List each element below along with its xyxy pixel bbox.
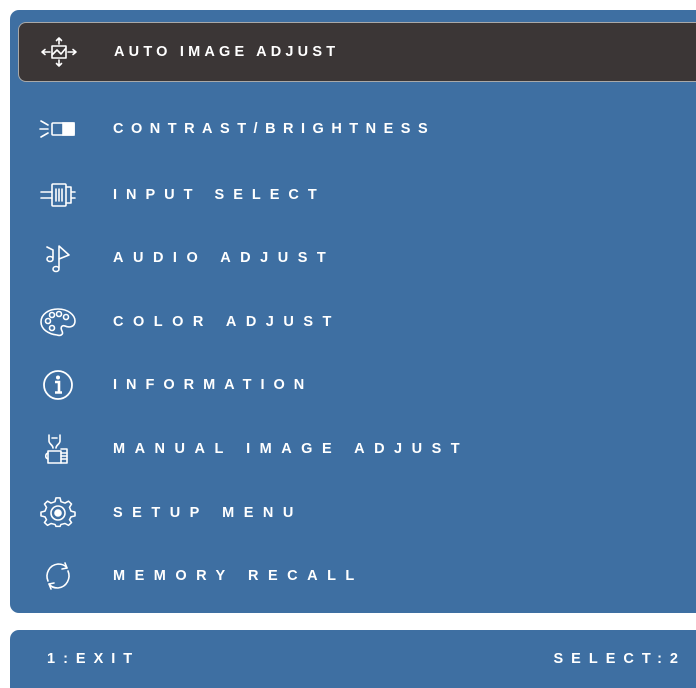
menu-item-auto-image-adjust[interactable]: AUTO IMAGE ADJUST	[18, 22, 696, 82]
menu-item-audio-adjust[interactable]: AUDIO ADJUST	[18, 228, 696, 288]
menu-item-label: COLOR ADJUST	[113, 314, 341, 330]
menu-item-manual-image-adjust[interactable]: MANUAL IMAGE ADJUST	[18, 419, 696, 479]
menu-item-label: CONTRAST/BRIGHTNESS	[113, 121, 436, 137]
exit-hint[interactable]: 1:EXIT	[47, 651, 140, 667]
color-palette-icon	[38, 305, 78, 339]
select-hint[interactable]: SELECT:2	[554, 651, 687, 667]
menu-item-label: MANUAL IMAGE ADJUST	[113, 441, 470, 457]
menu-item-memory-recall[interactable]: MEMORY RECALL	[18, 546, 696, 606]
menu-item-information[interactable]: INFORMATION	[18, 355, 696, 415]
menu-item-contrast-brightness[interactable]: CONTRAST/BRIGHTNESS	[18, 99, 696, 159]
osd-menu-panel: AUTO IMAGE ADJUST CONTRAST/BRIGHTNESS IN…	[10, 10, 696, 613]
menu-item-color-adjust[interactable]: COLOR ADJUST	[18, 292, 696, 352]
menu-item-setup-menu[interactable]: SETUP MENU	[18, 483, 696, 543]
menu-item-label: AUTO IMAGE ADJUST	[114, 44, 340, 60]
menu-item-label: SETUP MENU	[113, 505, 303, 521]
information-icon	[38, 368, 78, 402]
menu-item-label: AUDIO ADJUST	[113, 250, 336, 266]
menu-item-label: INPUT SELECT	[113, 187, 326, 203]
osd-footer-bar: 1:EXIT SELECT:2	[10, 630, 696, 688]
menu-item-input-select[interactable]: INPUT SELECT	[18, 165, 696, 225]
input-select-icon	[38, 178, 78, 212]
recall-icon	[38, 559, 78, 593]
menu-item-label: INFORMATION	[113, 377, 314, 393]
contrast-brightness-icon	[38, 112, 78, 146]
gear-icon	[38, 496, 78, 530]
auto-adjust-icon	[39, 35, 79, 69]
audio-icon	[38, 241, 78, 275]
menu-item-label: MEMORY RECALL	[113, 568, 364, 584]
manual-adjust-icon	[38, 432, 78, 466]
